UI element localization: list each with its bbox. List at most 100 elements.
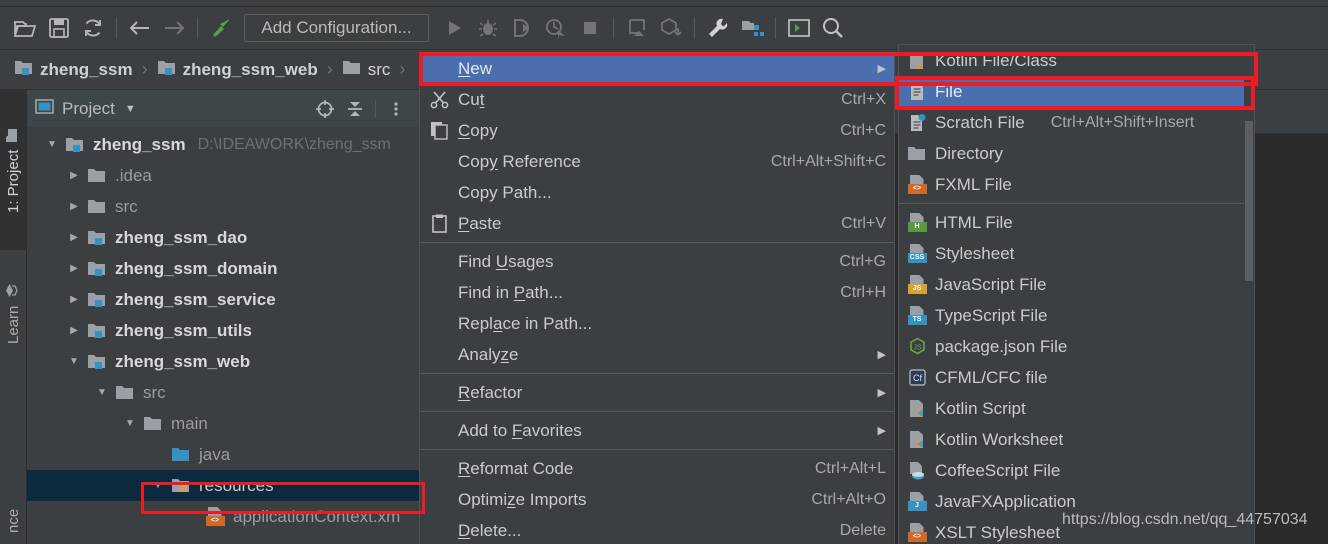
build-artifact-icon[interactable]: [654, 11, 688, 45]
folder-icon: [113, 384, 137, 401]
menu-item-delete[interactable]: Delete... Delete: [420, 515, 894, 544]
tree-row[interactable]: ▶ src: [27, 191, 419, 222]
tree-row[interactable]: ▼ main: [27, 408, 419, 439]
submenu-item-javascript-file[interactable]: JS JavaScript File: [899, 269, 1254, 300]
run-configuration-selector[interactable]: Add Configuration...: [244, 14, 429, 42]
tree-row-resources[interactable]: ▼ resources: [27, 470, 419, 501]
build-hammer-icon[interactable]: [204, 11, 238, 45]
submenu-item-cfml-cfc-file[interactable]: Cf CFML/CFC file: [899, 362, 1254, 393]
menu-item-optimize-imports[interactable]: Optimize Imports Ctrl+Alt+O: [420, 484, 894, 515]
submenu-scrollbar-thumb[interactable]: [1245, 121, 1253, 281]
breadcrumb-item-src[interactable]: src: [342, 59, 390, 81]
menu-item-cut[interactable]: Cut Ctrl+X: [420, 84, 894, 115]
menu-item-copy-path[interactable]: Copy Path...: [420, 177, 894, 208]
submenu-item-kotlin-script[interactable]: Kotlin Script: [899, 393, 1254, 424]
tree-twisty-icon[interactable]: ▶: [63, 263, 85, 274]
breadcrumb-separator: ›: [326, 59, 333, 79]
nodejs-icon: JS: [899, 337, 935, 356]
menu-item-copy[interactable]: Copy Ctrl+C: [420, 115, 894, 146]
submenu-item-scratch-file[interactable]: Scratch File Ctrl+Alt+Shift+Insert: [899, 107, 1254, 138]
tree-row[interactable]: <> applicationContext.xm: [27, 501, 419, 532]
learn-tab-label: Learn: [5, 305, 22, 344]
tree-twisty-icon[interactable]: ▼: [147, 480, 169, 491]
back-arrow-icon[interactable]: [123, 11, 157, 45]
tree-row[interactable]: ▶ zheng_ssm_utils: [27, 315, 419, 346]
menu-item-add-to-favorites[interactable]: Add to Favorites ▶: [420, 415, 894, 446]
menu-item-paste[interactable]: Paste Ctrl+V: [420, 208, 894, 239]
tree-twisty-icon[interactable]: ▶: [63, 232, 85, 243]
source-folder-icon: [169, 446, 193, 463]
project-panel-title: Project: [62, 98, 115, 118]
menu-item-analyze[interactable]: Analyze ▶: [420, 339, 894, 370]
submenu-item-typescript-file[interactable]: TS TypeScript File: [899, 300, 1254, 331]
kotlin-file-icon: [899, 51, 935, 70]
menu-item-find-usages[interactable]: Find Usages Ctrl+G: [420, 246, 894, 277]
tree-row-label: zheng_ssm_utils: [115, 320, 252, 340]
breadcrumb-item-zheng_ssm_web[interactable]: zheng_ssm_web: [157, 59, 318, 81]
terminal-icon[interactable]: [782, 11, 816, 45]
cfml-icon: Cf: [899, 368, 935, 387]
submenu-item-file[interactable]: File: [899, 76, 1254, 107]
settings-wrench-icon[interactable]: [701, 11, 735, 45]
menu-item-reformat-code[interactable]: Reformat Code Ctrl+Alt+L: [420, 453, 894, 484]
tree-twisty-icon[interactable]: ▼: [63, 356, 85, 367]
submenu-item-fxml-file[interactable]: <> FXML File: [899, 169, 1254, 200]
folder-icon: [85, 167, 109, 184]
submenu-item-kotlin-file-class[interactable]: Kotlin File/Class: [899, 45, 1254, 76]
chevron-down-icon[interactable]: ▼: [125, 103, 136, 115]
submenu-item-kotlin-worksheet[interactable]: Kotlin Worksheet: [899, 424, 1254, 455]
css-file-icon: CSS: [899, 244, 935, 263]
menu-item-replace-in-path[interactable]: Replace in Path...: [420, 308, 894, 339]
menu-item-copy-reference[interactable]: Copy Reference Ctrl+Alt+Shift+C: [420, 146, 894, 177]
forward-arrow-icon[interactable]: [157, 11, 191, 45]
menu-shortcut: Ctrl+Alt+O: [811, 490, 886, 508]
project-structure-icon[interactable]: [735, 11, 769, 45]
tree-row[interactable]: ▼ zheng_ssm_web: [27, 346, 419, 377]
submenu-scrollbar[interactable]: [1244, 45, 1254, 544]
open-folder-icon[interactable]: [8, 11, 42, 45]
menu-item-find-in-path[interactable]: Find in Path... Ctrl+H: [420, 277, 894, 308]
sidebar-item-project[interactable]: 1: Project: [0, 90, 27, 250]
profile-icon[interactable]: [539, 11, 573, 45]
sidebar-item-learn[interactable]: Learn: [0, 258, 27, 368]
submenu-shortcut: Ctrl+Alt+Shift+Insert: [1050, 113, 1195, 131]
tree-row[interactable]: ▼ zheng_ssm D:\IDEAWORK\zheng_ssm: [27, 129, 419, 160]
tree-row[interactable]: ▶ .idea: [27, 160, 419, 191]
select-opened-file-icon[interactable]: [310, 94, 340, 124]
tree-row[interactable]: ▶ zheng_ssm_dao: [27, 222, 419, 253]
tree-twisty-icon[interactable]: ▶: [63, 170, 85, 181]
tree-row[interactable]: java: [27, 439, 419, 470]
tree-row[interactable]: ▶ zheng_ssm_domain: [27, 253, 419, 284]
sync-icon[interactable]: [76, 11, 110, 45]
tree-twisty-icon[interactable]: ▶: [63, 201, 85, 212]
run-icon[interactable]: [437, 11, 471, 45]
submenu-item-coffeescript-file[interactable]: CoffeeScript File: [899, 455, 1254, 486]
submenu-item-package-json-file[interactable]: JS package.json File: [899, 331, 1254, 362]
new-submenu: Kotlin File/Class File Scratch File Ctrl…: [898, 44, 1255, 544]
module-folder-icon: [63, 136, 87, 153]
debug-icon[interactable]: [471, 11, 505, 45]
tree-twisty-icon[interactable]: ▼: [41, 139, 63, 150]
breadcrumb-item-zheng_ssm[interactable]: zheng_ssm: [14, 59, 133, 81]
tree-twisty-icon[interactable]: ▶: [63, 294, 85, 305]
menu-item-refactor[interactable]: Refactor ▶: [420, 377, 894, 408]
tree-row[interactable]: ▶ zheng_ssm_service: [27, 284, 419, 315]
maven-tab-label: nce: [5, 508, 22, 534]
run-with-coverage-icon[interactable]: [505, 11, 539, 45]
submenu-item-directory[interactable]: Directory: [899, 138, 1254, 169]
collapse-all-icon[interactable]: [340, 94, 370, 124]
tree-twisty-icon[interactable]: ▼: [91, 387, 113, 398]
submenu-item-stylesheet[interactable]: CSS Stylesheet: [899, 238, 1254, 269]
search-everywhere-icon[interactable]: [816, 11, 850, 45]
tree-row-label: src: [115, 196, 138, 216]
tree-twisty-icon[interactable]: ▶: [63, 325, 85, 336]
panel-settings-icon[interactable]: [381, 94, 411, 124]
save-all-icon[interactable]: [42, 11, 76, 45]
sidebar-item-maven[interactable]: nce: [0, 498, 27, 544]
submenu-item-html-file[interactable]: H HTML File: [899, 207, 1254, 238]
update-app-icon[interactable]: [620, 11, 654, 45]
tree-twisty-icon[interactable]: ▼: [119, 418, 141, 429]
tree-row[interactable]: ▼ src: [27, 377, 419, 408]
menu-item-new[interactable]: New ▶: [420, 53, 894, 84]
stop-icon[interactable]: [573, 11, 607, 45]
